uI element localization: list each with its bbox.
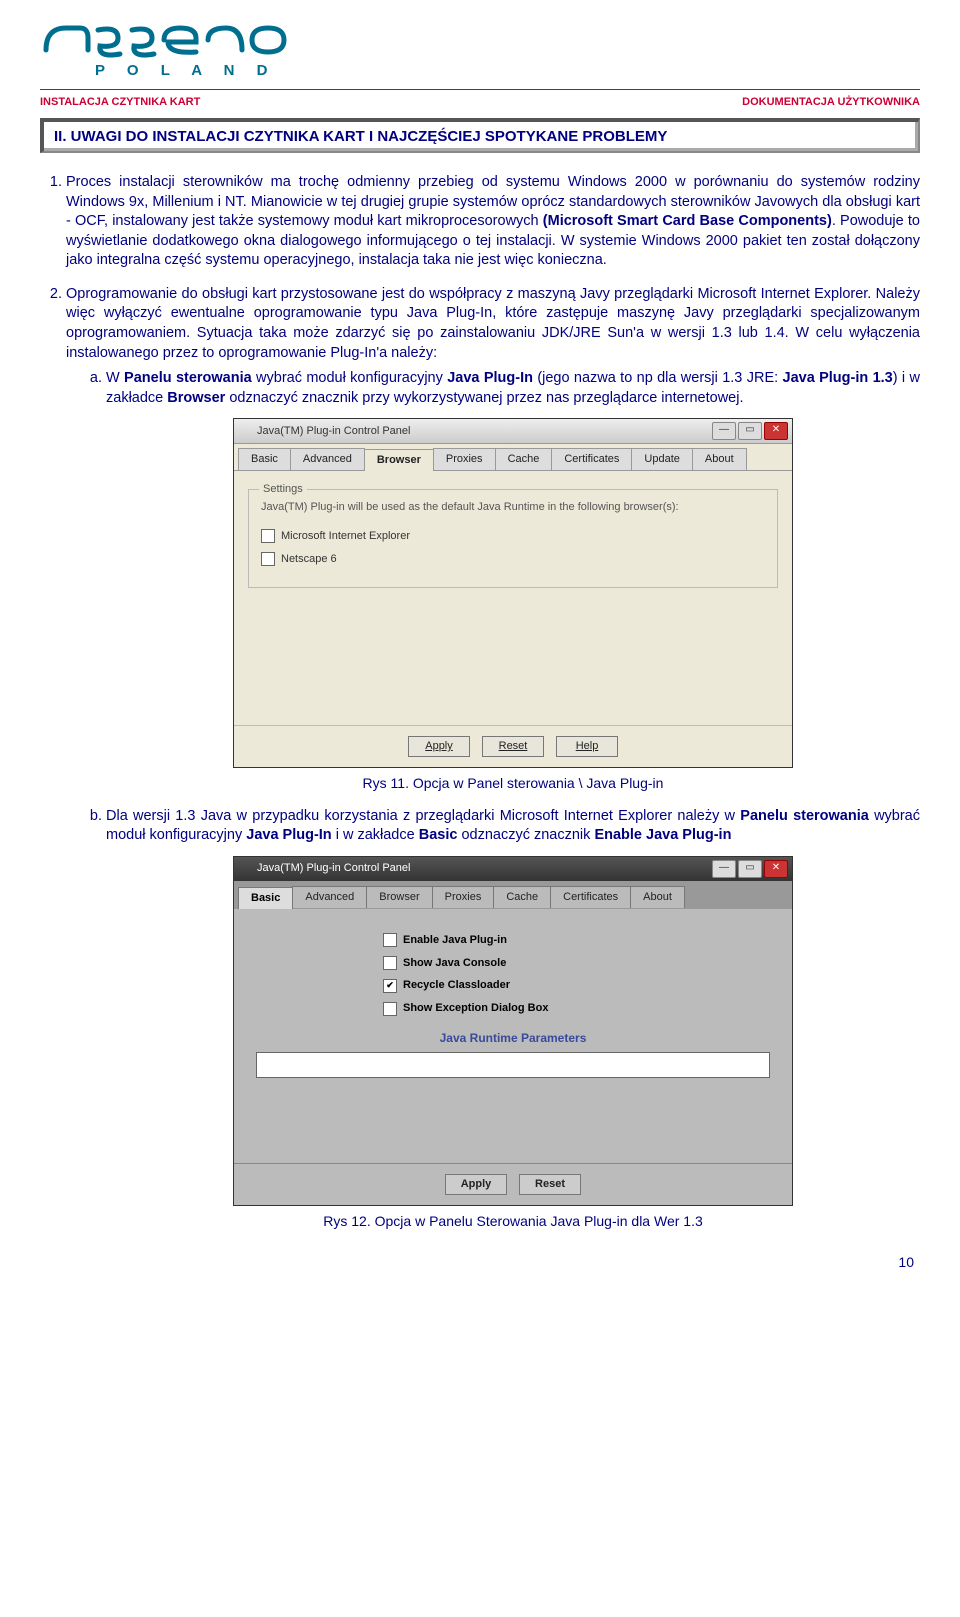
tab-browser[interactable]: Browser — [364, 449, 434, 471]
checkbox-row: Netscape 6 — [261, 552, 765, 567]
checkbox[interactable] — [261, 552, 275, 566]
tab-advanced[interactable]: Advanced — [292, 886, 367, 908]
window-title: Java(TM) Plug-in Control Panel — [257, 424, 410, 439]
header-left: INSTALACJA CZYTNIKA KART — [40, 96, 200, 108]
checkbox[interactable] — [383, 1002, 397, 1016]
figure-caption-11: Rys 11. Opcja w Panel sterowania \ Java … — [106, 774, 920, 793]
settings-legend: Settings — [259, 482, 307, 497]
checkbox[interactable] — [383, 956, 397, 970]
apply-button[interactable]: Apply — [445, 1174, 507, 1195]
checkbox-row: Show Exception Dialog Box — [383, 1001, 643, 1016]
window-title: Java(TM) Plug-in Control Panel — [257, 861, 410, 876]
tab-update[interactable]: Update — [631, 448, 692, 470]
tab-about[interactable]: About — [692, 448, 747, 470]
section-title: II. UWAGI DO INSTALACJI CZYTNIKA KART I … — [40, 118, 920, 153]
checkbox-row: Recycle Classloader — [383, 978, 643, 993]
java-icon — [238, 862, 252, 876]
list-item-2: Oprogramowanie do obsługi kart przystoso… — [66, 285, 920, 1231]
checkbox-label: Microsoft Internet Explorer — [281, 529, 410, 544]
apply-button[interactable]: Apply — [408, 736, 470, 757]
checkbox-label: Enable Java Plug-in — [403, 933, 507, 948]
reset-button[interactable]: Reset — [482, 736, 544, 757]
checkbox[interactable] — [261, 529, 275, 543]
logo-subtext: P O L A N D — [95, 62, 920, 79]
close-button[interactable]: ✕ — [764, 860, 788, 878]
divider — [40, 89, 920, 90]
tab-cache[interactable]: Cache — [495, 448, 553, 470]
reset-button[interactable]: Reset — [519, 1174, 581, 1195]
checkbox-label: Show Exception Dialog Box — [403, 1001, 548, 1016]
list-item-1: Proces instalacji sterowników ma trochę … — [66, 173, 920, 271]
tab-basic[interactable]: Basic — [238, 887, 293, 909]
tab-certificates[interactable]: Certificates — [551, 448, 632, 470]
tab-cache[interactable]: Cache — [493, 886, 551, 908]
tab-about[interactable]: About — [630, 886, 685, 908]
page-number: 10 — [40, 1254, 920, 1270]
java-plugin-window-1: Java(TM) Plug-in Control Panel — ▭ ✕ Bas… — [233, 418, 793, 768]
java-plugin-window-2: Java(TM) Plug-in Control Panel — ▭ ✕ Bas… — [233, 856, 793, 1206]
tab-certificates[interactable]: Certificates — [550, 886, 631, 908]
header-right: DOKUMENTACJA UŻYTKOWNIKA — [742, 96, 920, 108]
tab-proxies[interactable]: Proxies — [432, 886, 495, 908]
checkbox-label: Show Java Console — [403, 956, 506, 971]
close-button[interactable]: ✕ — [764, 422, 788, 440]
checkbox-row: Microsoft Internet Explorer — [261, 529, 765, 544]
sub-item-b: Dla wersji 1.3 Java w przypadku korzysta… — [106, 807, 920, 1231]
checkbox[interactable] — [383, 979, 397, 993]
checkbox-label: Recycle Classloader — [403, 978, 510, 993]
figure-caption-12: Rys 12. Opcja w Panelu Sterowania Java P… — [106, 1212, 920, 1231]
logo: P O L A N D — [40, 20, 920, 79]
param-label: Java Runtime Parameters — [248, 1030, 778, 1046]
tab-basic[interactable]: Basic — [238, 448, 291, 470]
sub-item-a: W Panelu sterowania wybrać moduł konfigu… — [106, 369, 920, 793]
checkbox-row: Show Java Console — [383, 956, 643, 971]
maximize-button[interactable]: ▭ — [738, 860, 762, 878]
settings-description: Java(TM) Plug-in will be used as the def… — [261, 500, 765, 515]
param-input[interactable] — [256, 1052, 771, 1078]
minimize-button[interactable]: — — [712, 422, 736, 440]
tab-browser[interactable]: Browser — [366, 886, 432, 908]
checkbox[interactable] — [383, 933, 397, 947]
checkbox-row: Enable Java Plug-in — [383, 933, 643, 948]
java-icon — [238, 424, 252, 438]
checkbox-label: Netscape 6 — [281, 552, 337, 567]
tab-proxies[interactable]: Proxies — [433, 448, 496, 470]
minimize-button[interactable]: — — [712, 860, 736, 878]
help-button[interactable]: Help — [556, 736, 618, 757]
maximize-button[interactable]: ▭ — [738, 422, 762, 440]
tab-advanced[interactable]: Advanced — [290, 448, 365, 470]
